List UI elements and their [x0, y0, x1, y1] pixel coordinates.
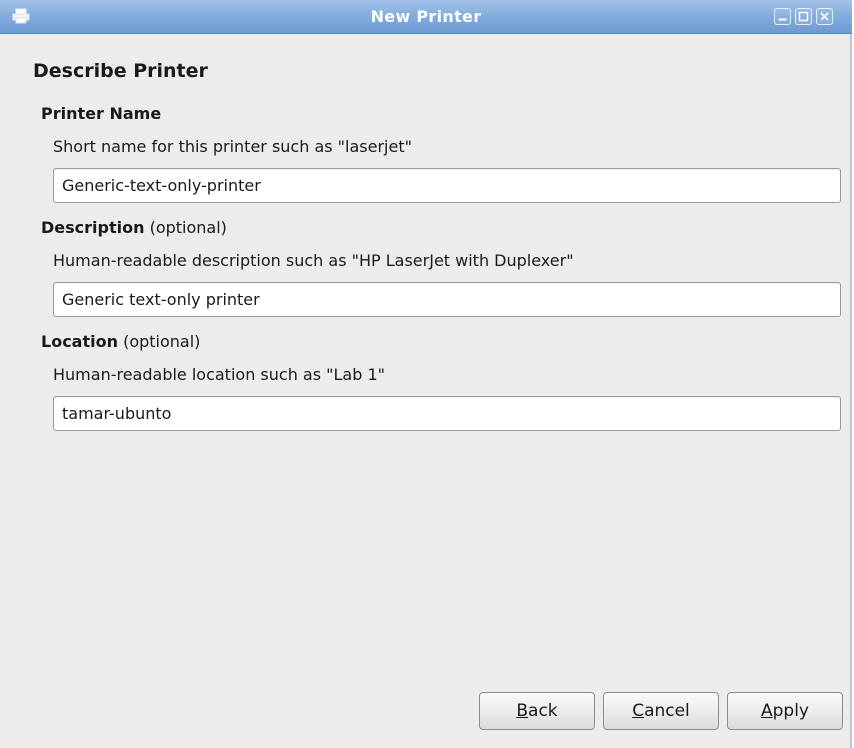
printer-name-label: Printer Name: [41, 104, 161, 123]
apply-button[interactable]: Apply: [727, 692, 843, 730]
location-hint: Human-readable location such as "Lab 1": [53, 365, 385, 384]
description-optional-text: (optional): [144, 218, 227, 237]
location-label-text: Location: [41, 332, 118, 351]
location-optional-text: (optional): [117, 332, 201, 351]
location-label: Location (optional): [41, 332, 200, 351]
cancel-button[interactable]: Cancel: [603, 692, 719, 730]
location-input[interactable]: [53, 396, 841, 431]
description-input[interactable]: [53, 282, 841, 317]
printer-name-label-text: Printer Name: [41, 104, 162, 123]
page-title: Describe Printer: [33, 60, 208, 82]
cancel-button-label: ancel: [644, 701, 690, 721]
apply-button-label: pply: [772, 701, 809, 721]
back-button[interactable]: Back: [479, 692, 595, 730]
maximize-icon[interactable]: [795, 8, 812, 25]
back-button-label: ack: [528, 701, 558, 721]
apply-button-mnemonic: A: [760, 701, 773, 721]
printer-name-input[interactable]: [53, 168, 841, 203]
minimize-icon[interactable]: [774, 8, 791, 25]
back-button-mnemonic: B: [516, 701, 529, 721]
description-label-text: Description: [41, 218, 145, 237]
cancel-button-mnemonic: C: [632, 701, 645, 721]
close-icon[interactable]: [816, 8, 833, 25]
description-label: Description (optional): [41, 218, 227, 237]
description-hint: Human-readable description such as "HP L…: [53, 251, 574, 270]
printer-name-hint: Short name for this printer such as "las…: [53, 137, 412, 156]
new-printer-window: New Printer Describe Printer Printer Nam…: [0, 0, 852, 748]
window-title: New Printer: [370, 7, 482, 26]
title-bar[interactable]: New Printer: [0, 0, 852, 34]
